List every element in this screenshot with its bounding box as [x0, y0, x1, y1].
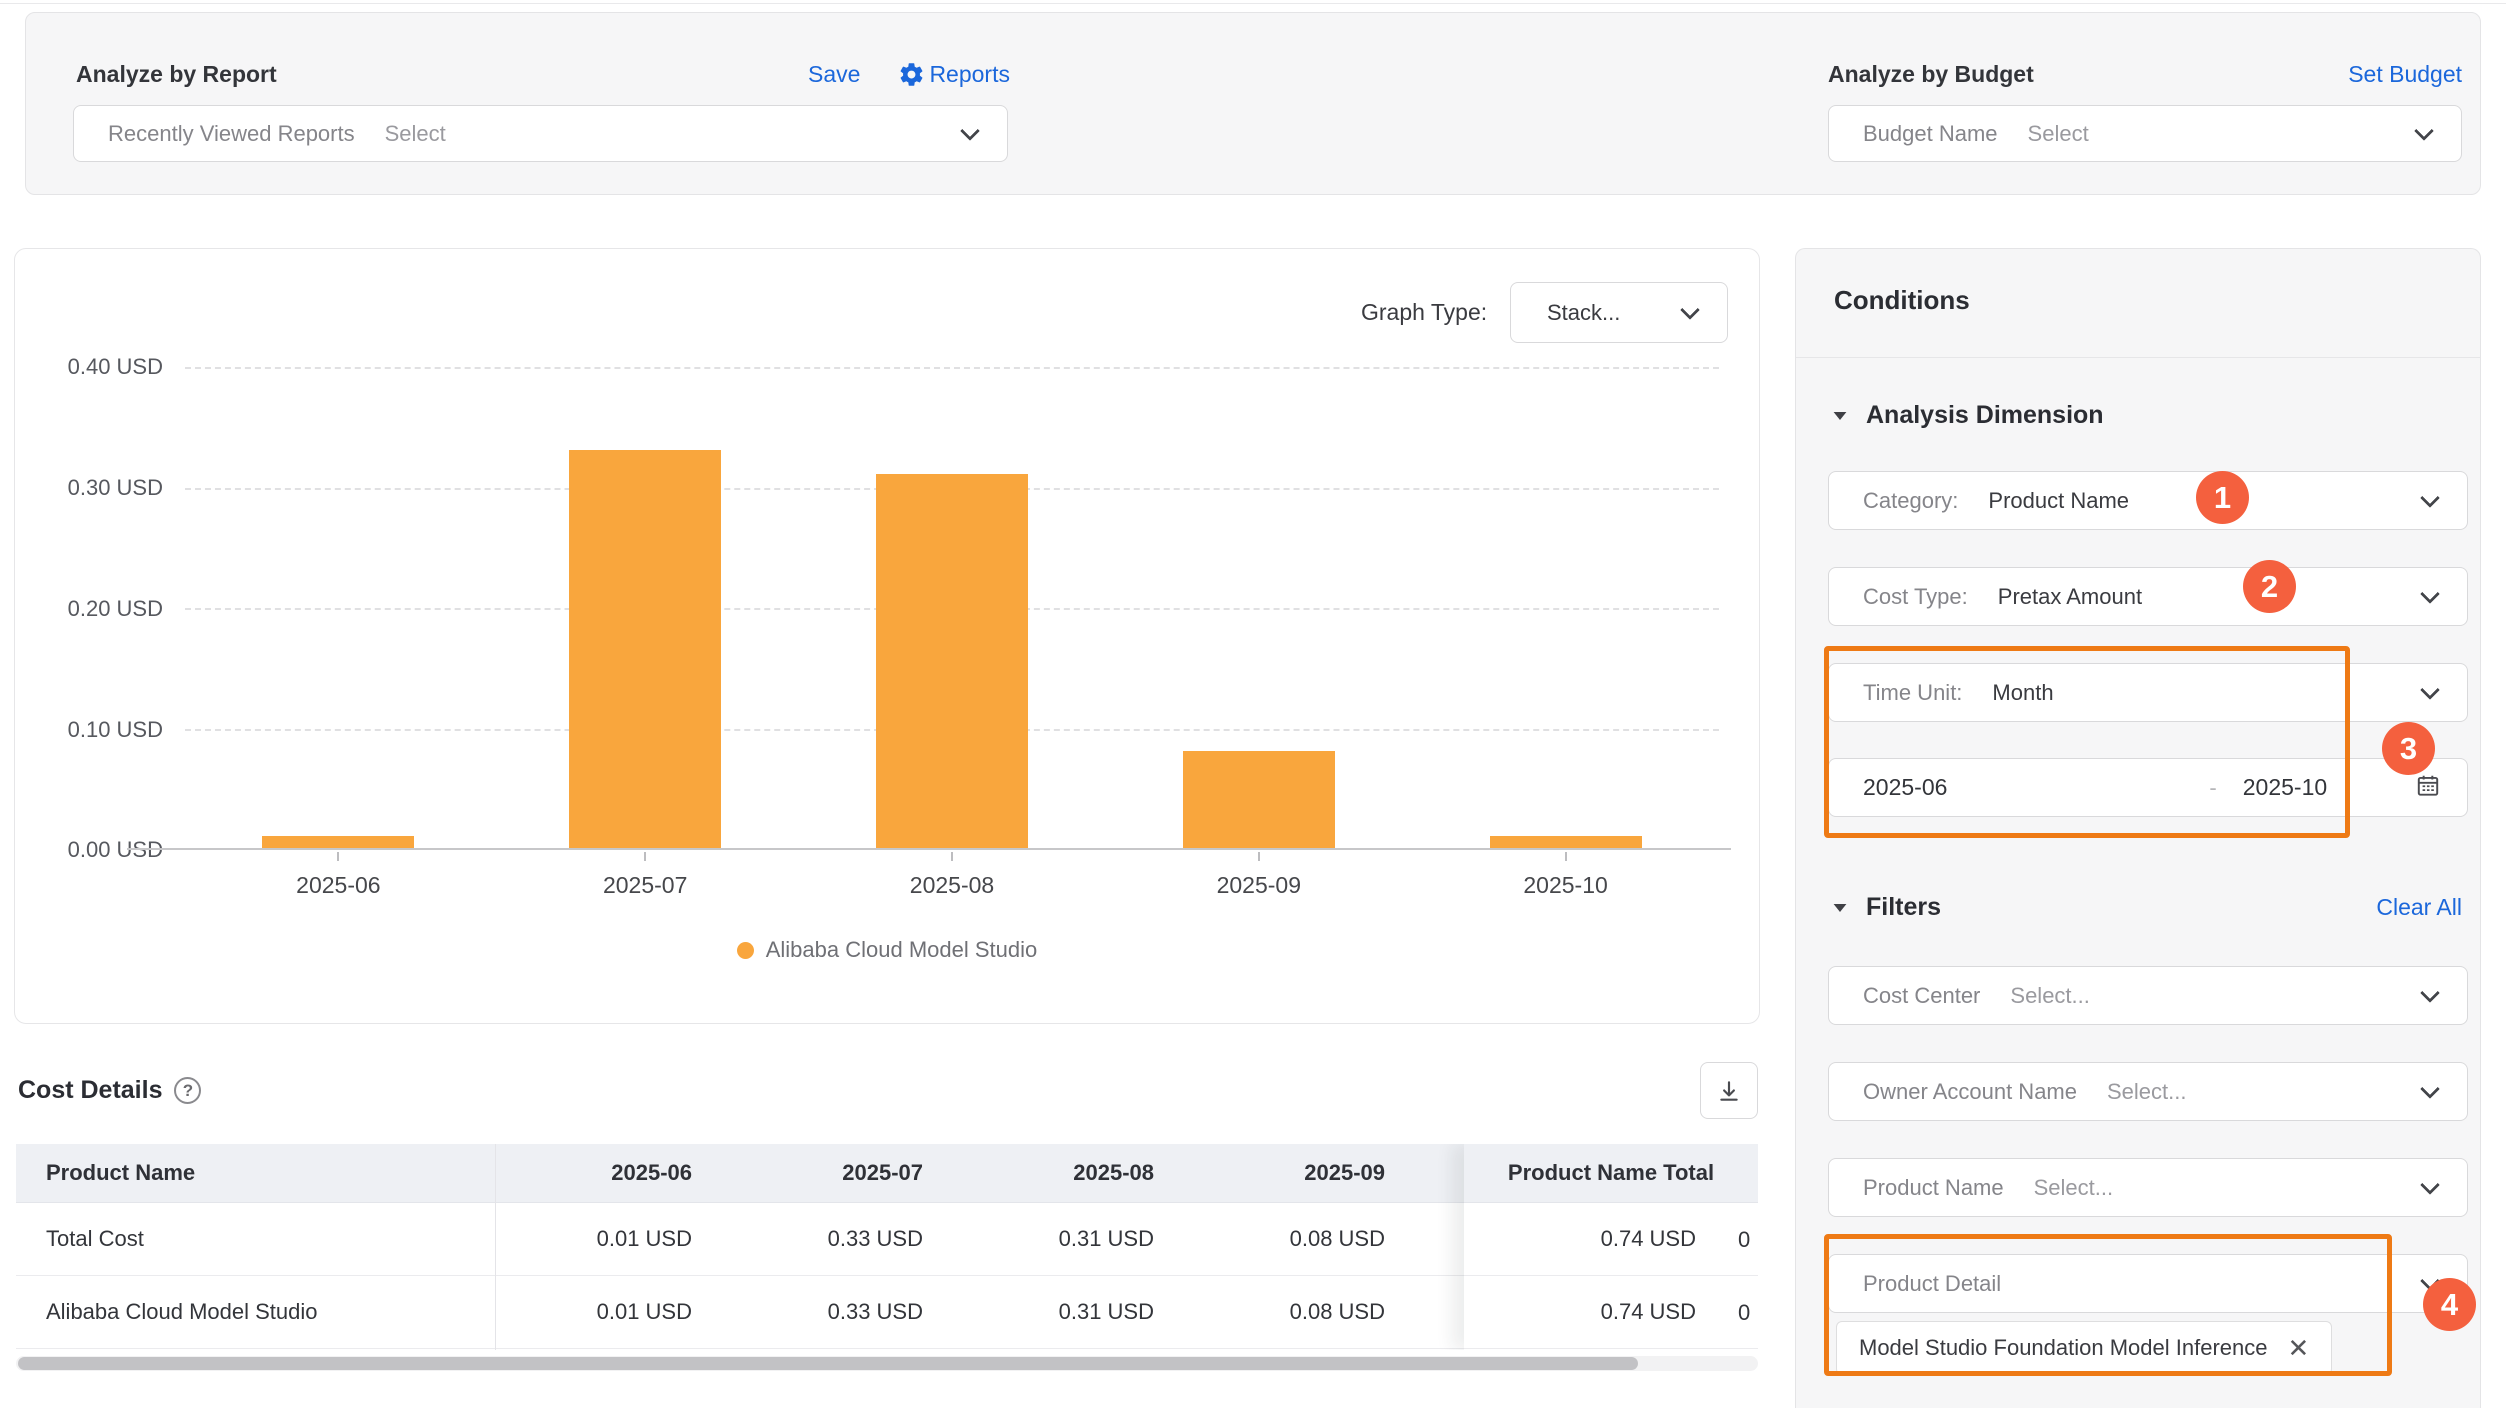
annotation-badge-2: 2: [2243, 560, 2296, 613]
cost-trend-chart-card: Graph Type: Stack... 0.40 USD 0.30 USD 0…: [14, 248, 1760, 1024]
chevron-down-icon: [2420, 680, 2440, 700]
graph-type-select[interactable]: Stack...: [1510, 282, 1728, 343]
y-axis-tick: 0.30 USD: [35, 475, 163, 501]
scrollbar-thumb[interactable]: [18, 1357, 1638, 1370]
clipped-next-column-value: 0: [1738, 1276, 1758, 1349]
bar-chart-plot-area: 2025-06 2025-07 2025-08 2025-09 2025-10: [185, 367, 1719, 850]
y-axis-tick: 0.20 USD: [35, 596, 163, 622]
cost-center-filter-select[interactable]: Cost Center Select...: [1828, 966, 2468, 1025]
clear-all-link[interactable]: Clear All: [2376, 894, 2462, 921]
date-range-end[interactable]: 2025-10: [2243, 774, 2327, 801]
pinned-total-column: Product Name Total 0.74 USD 0.74 USD: [1464, 1144, 1758, 1350]
cost-details-table: Product Name 2025-06 2025-07 2025-08 202…: [16, 1144, 1758, 1350]
analysis-dimension-section-header[interactable]: Analysis Dimension: [1832, 401, 2104, 430]
y-axis-tick: 0.00 USD: [35, 837, 163, 863]
bar-2025-09: [1183, 751, 1335, 848]
column-header-2025-07: 2025-07: [726, 1144, 957, 1202]
chevron-down-icon: [2414, 121, 2434, 141]
x-axis-label: 2025-08: [842, 872, 1062, 899]
analyze-by-budget-title: Analyze by Budget: [1828, 61, 2034, 88]
divider: [1796, 357, 2480, 358]
gridline: [185, 367, 1719, 369]
x-axis-tick: [337, 852, 339, 861]
date-range-separator: -: [2209, 775, 2216, 801]
conditions-title: Conditions: [1834, 285, 1970, 316]
download-icon: [1716, 1078, 1742, 1104]
chevron-down-icon: [1680, 300, 1700, 320]
column-header-2025-08: 2025-08: [957, 1144, 1188, 1202]
clipped-next-column-value: 0: [1738, 1203, 1758, 1276]
product-name-filter-select[interactable]: Product Name Select...: [1828, 1158, 2468, 1217]
x-axis-label: 2025-09: [1149, 872, 1369, 899]
set-budget-link[interactable]: Set Budget: [2348, 61, 2462, 88]
annotation-badge-3: 3: [2382, 722, 2435, 775]
x-axis-label: 2025-07: [535, 872, 755, 899]
close-icon[interactable]: ✕: [2287, 1335, 2309, 1361]
chevron-down-icon: [2420, 1079, 2440, 1099]
column-header-product-name-total: Product Name Total: [1464, 1144, 1758, 1203]
column-header-2025-06: 2025-06: [495, 1144, 726, 1202]
product-detail-filter-select[interactable]: Product Detail: [1828, 1254, 2468, 1313]
dot-icon: [737, 942, 754, 959]
date-range-picker[interactable]: 2025-06 - 2025-10: [1828, 758, 2468, 817]
analyze-by-report-title: Analyze by Report: [76, 61, 277, 88]
chevron-down-icon: [2420, 983, 2440, 1003]
filters-section-header[interactable]: Filters: [1832, 893, 2446, 922]
category-select[interactable]: Category: Product Name: [1828, 471, 2468, 530]
chevron-down-icon: [960, 121, 980, 141]
caret-down-icon: [1834, 412, 1847, 420]
caret-down-icon: [1834, 904, 1847, 912]
total-cell: 0.74 USD: [1464, 1203, 1758, 1276]
page-top-divider: [0, 3, 2506, 4]
chevron-down-icon: [2420, 488, 2440, 508]
time-unit-select[interactable]: Time Unit: Month: [1828, 663, 2468, 722]
conditions-sidebar: Conditions Analysis Dimension Category: …: [1795, 248, 2481, 1408]
bar-2025-07: [569, 450, 721, 848]
horizontal-scrollbar[interactable]: [16, 1356, 1758, 1371]
chevron-down-icon: [2420, 584, 2440, 604]
x-axis-tick: [951, 852, 953, 861]
y-axis-tick: 0.10 USD: [35, 717, 163, 743]
budget-name-select[interactable]: Budget Name Select: [1828, 105, 2462, 162]
column-header-2025-09: 2025-09: [1188, 1144, 1419, 1202]
annotation-badge-1: 1: [2196, 471, 2249, 524]
x-axis-label: 2025-06: [228, 872, 448, 899]
bar-2025-08: [876, 474, 1028, 848]
bar-2025-10: [1490, 836, 1642, 848]
analyze-header-panel: Analyze by Report Save Reports Recently …: [25, 12, 2481, 195]
owner-account-name-filter-select[interactable]: Owner Account Name Select...: [1828, 1062, 2468, 1121]
reports-link[interactable]: Reports: [898, 61, 1010, 88]
product-detail-filter-tag: Model Studio Foundation Model Inference …: [1836, 1321, 2332, 1375]
gear-icon: [898, 61, 925, 88]
x-axis-tick: [644, 852, 646, 861]
total-cell: 0.74 USD: [1464, 1276, 1758, 1349]
graph-type-label: Graph Type:: [1361, 299, 1487, 326]
bar-2025-06: [262, 836, 414, 848]
legend-item-alibaba-cloud-model-studio[interactable]: Alibaba Cloud Model Studio: [15, 937, 1759, 963]
annotation-badge-4: 4: [2423, 1278, 2476, 1331]
x-axis-label: 2025-10: [1456, 872, 1676, 899]
question-circle-icon[interactable]: ?: [174, 1077, 201, 1104]
chevron-down-icon: [2420, 1175, 2440, 1195]
cost-details-title: Cost Details: [18, 1076, 162, 1105]
recently-viewed-reports-select[interactable]: Recently Viewed Reports Select: [73, 105, 1008, 162]
cost-type-select[interactable]: Cost Type: Pretax Amount: [1828, 567, 2468, 626]
column-divider: [495, 1144, 496, 1350]
x-axis-line: [127, 848, 1731, 850]
y-axis-tick: 0.40 USD: [35, 354, 163, 380]
x-axis-tick: [1565, 852, 1567, 861]
calendar-icon: [2415, 772, 2441, 803]
download-button[interactable]: [1700, 1062, 1758, 1119]
date-range-start[interactable]: 2025-06: [1863, 774, 1947, 801]
save-link[interactable]: Save: [808, 61, 860, 88]
x-axis-tick: [1258, 852, 1260, 861]
column-header-product-name: Product Name: [16, 1144, 495, 1202]
